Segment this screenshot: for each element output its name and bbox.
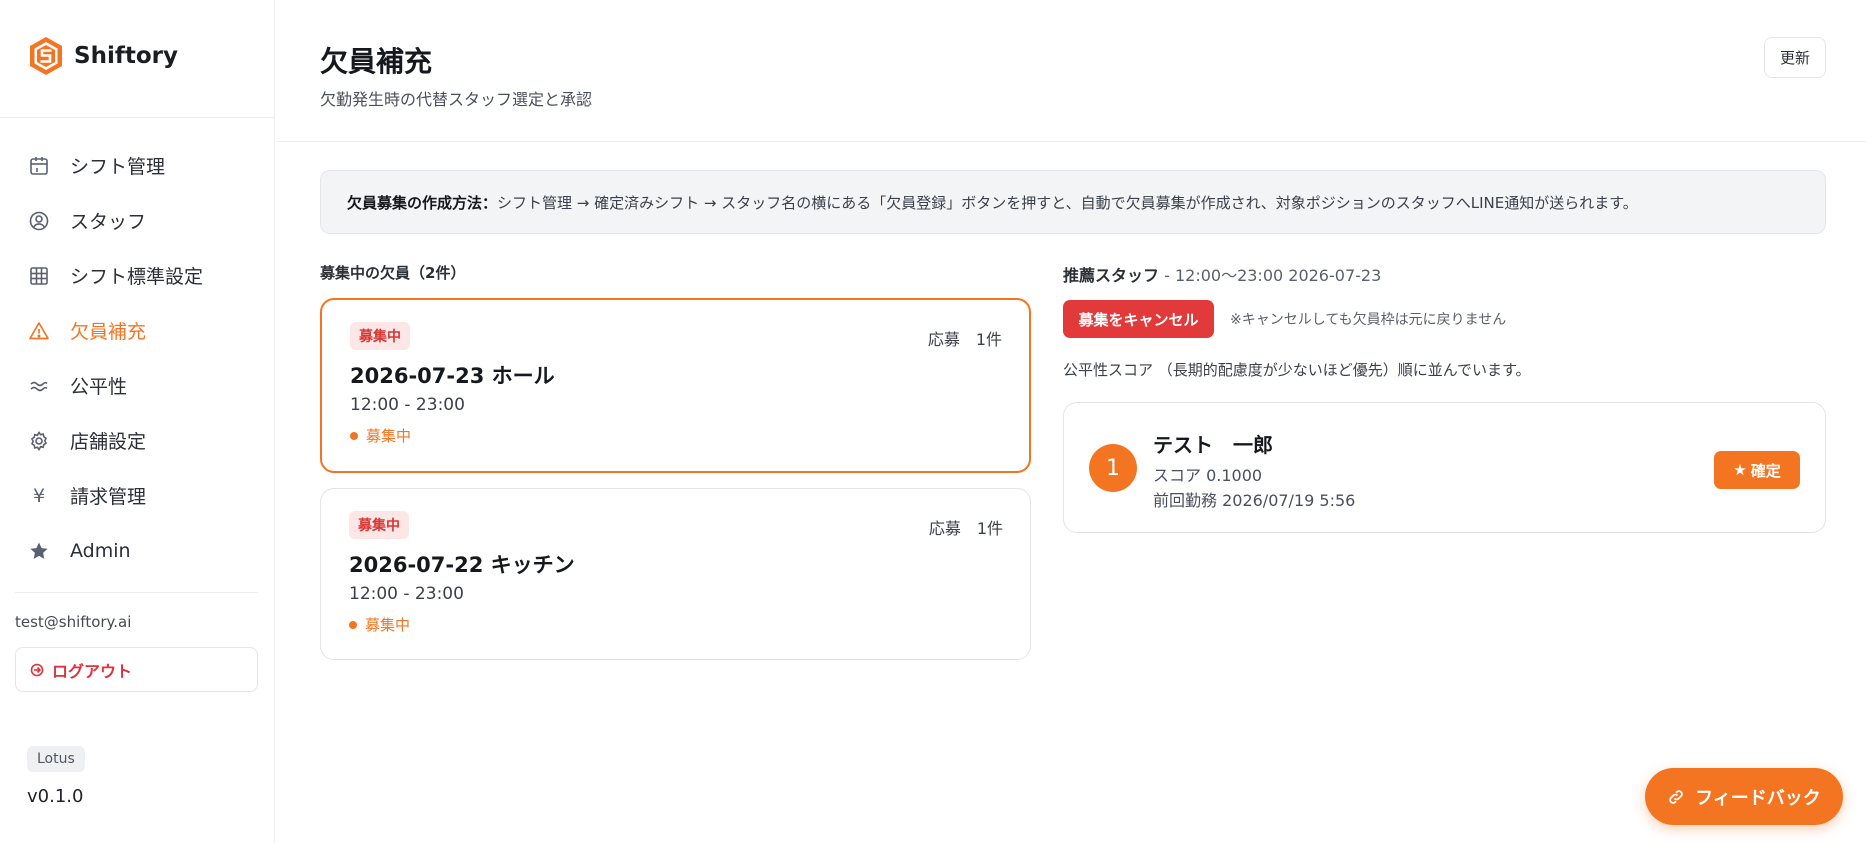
sidebar-item-billing[interactable]: ¥ 請求管理 (0, 468, 275, 523)
info-banner-text: シフト管理 → 確定済みシフト → スタッフ名の横にある「欠員登録」ボタンを押す… (497, 193, 1638, 212)
sidebar-divider (0, 117, 275, 118)
user-email: test@shiftory.ai (15, 613, 132, 631)
refresh-button[interactable]: 更新 (1764, 37, 1826, 78)
brand[interactable]: Shiftory (28, 36, 178, 76)
vacancy-card[interactable]: 募集中 応募 1件 2026-07-23 ホール 12:00 - 23:00 募… (320, 298, 1031, 473)
shiftory-logo-icon (30, 37, 62, 75)
vacancy-title: 2026-07-23 ホール (350, 364, 555, 388)
recommend-header: 推薦スタッフ - 12:00〜23:00 2026-07-23 (1063, 262, 1381, 286)
vacancy-status-label: 募集中 (366, 427, 412, 445)
star-icon (28, 540, 50, 562)
sidebar: Shiftory シフト管理 スタッフ シフト標準設定 欠員補充 公平性 店舗設… (0, 0, 275, 843)
sidebar-item-fairness[interactable]: 公平性 (0, 358, 275, 413)
application-count: 応募 1件 (927, 330, 1002, 349)
vacancy-status-label: 募集中 (365, 616, 411, 634)
sidebar-item-label: Admin (70, 539, 131, 562)
calendar-icon (28, 155, 50, 177)
page-subtitle: 欠勤発生時の代替スタッフ選定と承認 (320, 90, 593, 109)
app-version: v0.1.0 (27, 786, 84, 807)
link-icon (1669, 789, 1683, 804)
app-name: Shiftory (74, 43, 178, 69)
status-dot-icon (350, 431, 358, 440)
wave-icon (28, 375, 50, 397)
feedback-button[interactable]: フィードバック (1645, 768, 1843, 825)
sidebar-divider (15, 592, 258, 593)
sidebar-item-label: シフト標準設定 (70, 266, 204, 288)
ranking-note: 公平性スコア （長期的配慮度が少ないほど優先）順に並んでいます。 (1063, 361, 1531, 379)
star-icon: ★ (1733, 461, 1747, 479)
status-badge: 募集中 (349, 511, 409, 539)
info-banner-title: 欠員募集の作成方法： (347, 193, 498, 212)
cancel-note: ※キャンセルしても欠員枠は元に戻りません (1230, 312, 1507, 328)
application-count: 応募 1件 (928, 519, 1003, 538)
vacancy-status: 募集中 (350, 425, 411, 446)
vacancy-card[interactable]: 募集中 応募 1件 2026-07-22 キッチン 12:00 - 23:00 … (320, 488, 1031, 660)
env-badge: Lotus (27, 746, 85, 772)
staff-last-work: 前回勤務 2026/07/19 5:56 (1153, 491, 1356, 510)
sidebar-item-vacancy[interactable]: 欠員補充 (0, 303, 275, 358)
sidebar-item-admin[interactable]: Admin (0, 523, 275, 578)
vacancy-time: 12:00 - 23:00 (350, 395, 465, 415)
staff-name: テスト 一郎 (1153, 433, 1273, 457)
yen-icon: ¥ (32, 484, 46, 507)
vacancy-title: 2026-07-22 キッチン (349, 553, 575, 577)
warning-icon (28, 320, 50, 342)
confirm-button[interactable]: ★ 確定 (1714, 451, 1800, 489)
sidebar-item-label: 欠員補充 (70, 321, 147, 343)
vacancy-status: 募集中 (349, 614, 410, 635)
staff-score: スコア 0.1000 (1153, 466, 1263, 485)
grid-icon (28, 265, 50, 287)
feedback-label: フィードバック (1695, 787, 1821, 809)
rank-badge: 1 (1089, 444, 1137, 492)
vacancy-section-label: 募集中の欠員（2件） (320, 264, 466, 282)
sidebar-nav: シフト管理 スタッフ シフト標準設定 欠員補充 公平性 店舗設定 ¥ 請求管理 … (0, 138, 275, 578)
info-banner: 欠員募集の作成方法： シフト管理 → 確定済みシフト → スタッフ名の横にある「… (320, 170, 1826, 234)
recommend-detail: - 12:00〜23:00 2026-07-23 (1159, 266, 1382, 285)
vacancy-time: 12:00 - 23:00 (349, 584, 464, 604)
sidebar-item-label: シフト管理 (70, 156, 166, 178)
sidebar-item-label: 請求管理 (70, 486, 147, 508)
logout-button[interactable]: ログアウト (15, 647, 258, 692)
sidebar-item-shift[interactable]: シフト管理 (0, 138, 275, 193)
cancel-recruitment-button[interactable]: 募集をキャンセル (1063, 300, 1214, 338)
sidebar-item-label: スタッフ (70, 211, 147, 233)
recommended-staff-card: 1 テスト 一郎 スコア 0.1000 前回勤務 2026/07/19 5:56… (1063, 402, 1826, 533)
logout-label: ログアウト (52, 661, 133, 681)
logout-icon (30, 663, 44, 676)
sidebar-item-store-settings[interactable]: 店舗設定 (0, 413, 275, 468)
sidebar-item-staff[interactable]: スタッフ (0, 193, 275, 248)
header-divider (276, 141, 1866, 142)
page-title: 欠員補充 (320, 45, 433, 78)
confirm-label: 確定 (1750, 461, 1781, 480)
recommend-label: 推薦スタッフ (1063, 266, 1160, 285)
staff-icon (28, 210, 50, 232)
sidebar-item-shift-standard[interactable]: シフト標準設定 (0, 248, 275, 303)
gear-icon (28, 430, 50, 452)
sidebar-item-label: 公平性 (70, 376, 128, 398)
status-badge: 募集中 (350, 322, 410, 350)
main-content: 欠員補充 欠勤発生時の代替スタッフ選定と承認 更新 欠員募集の作成方法： シフト… (276, 0, 1866, 843)
sidebar-item-label: 店舗設定 (70, 431, 147, 453)
status-dot-icon (349, 620, 357, 629)
